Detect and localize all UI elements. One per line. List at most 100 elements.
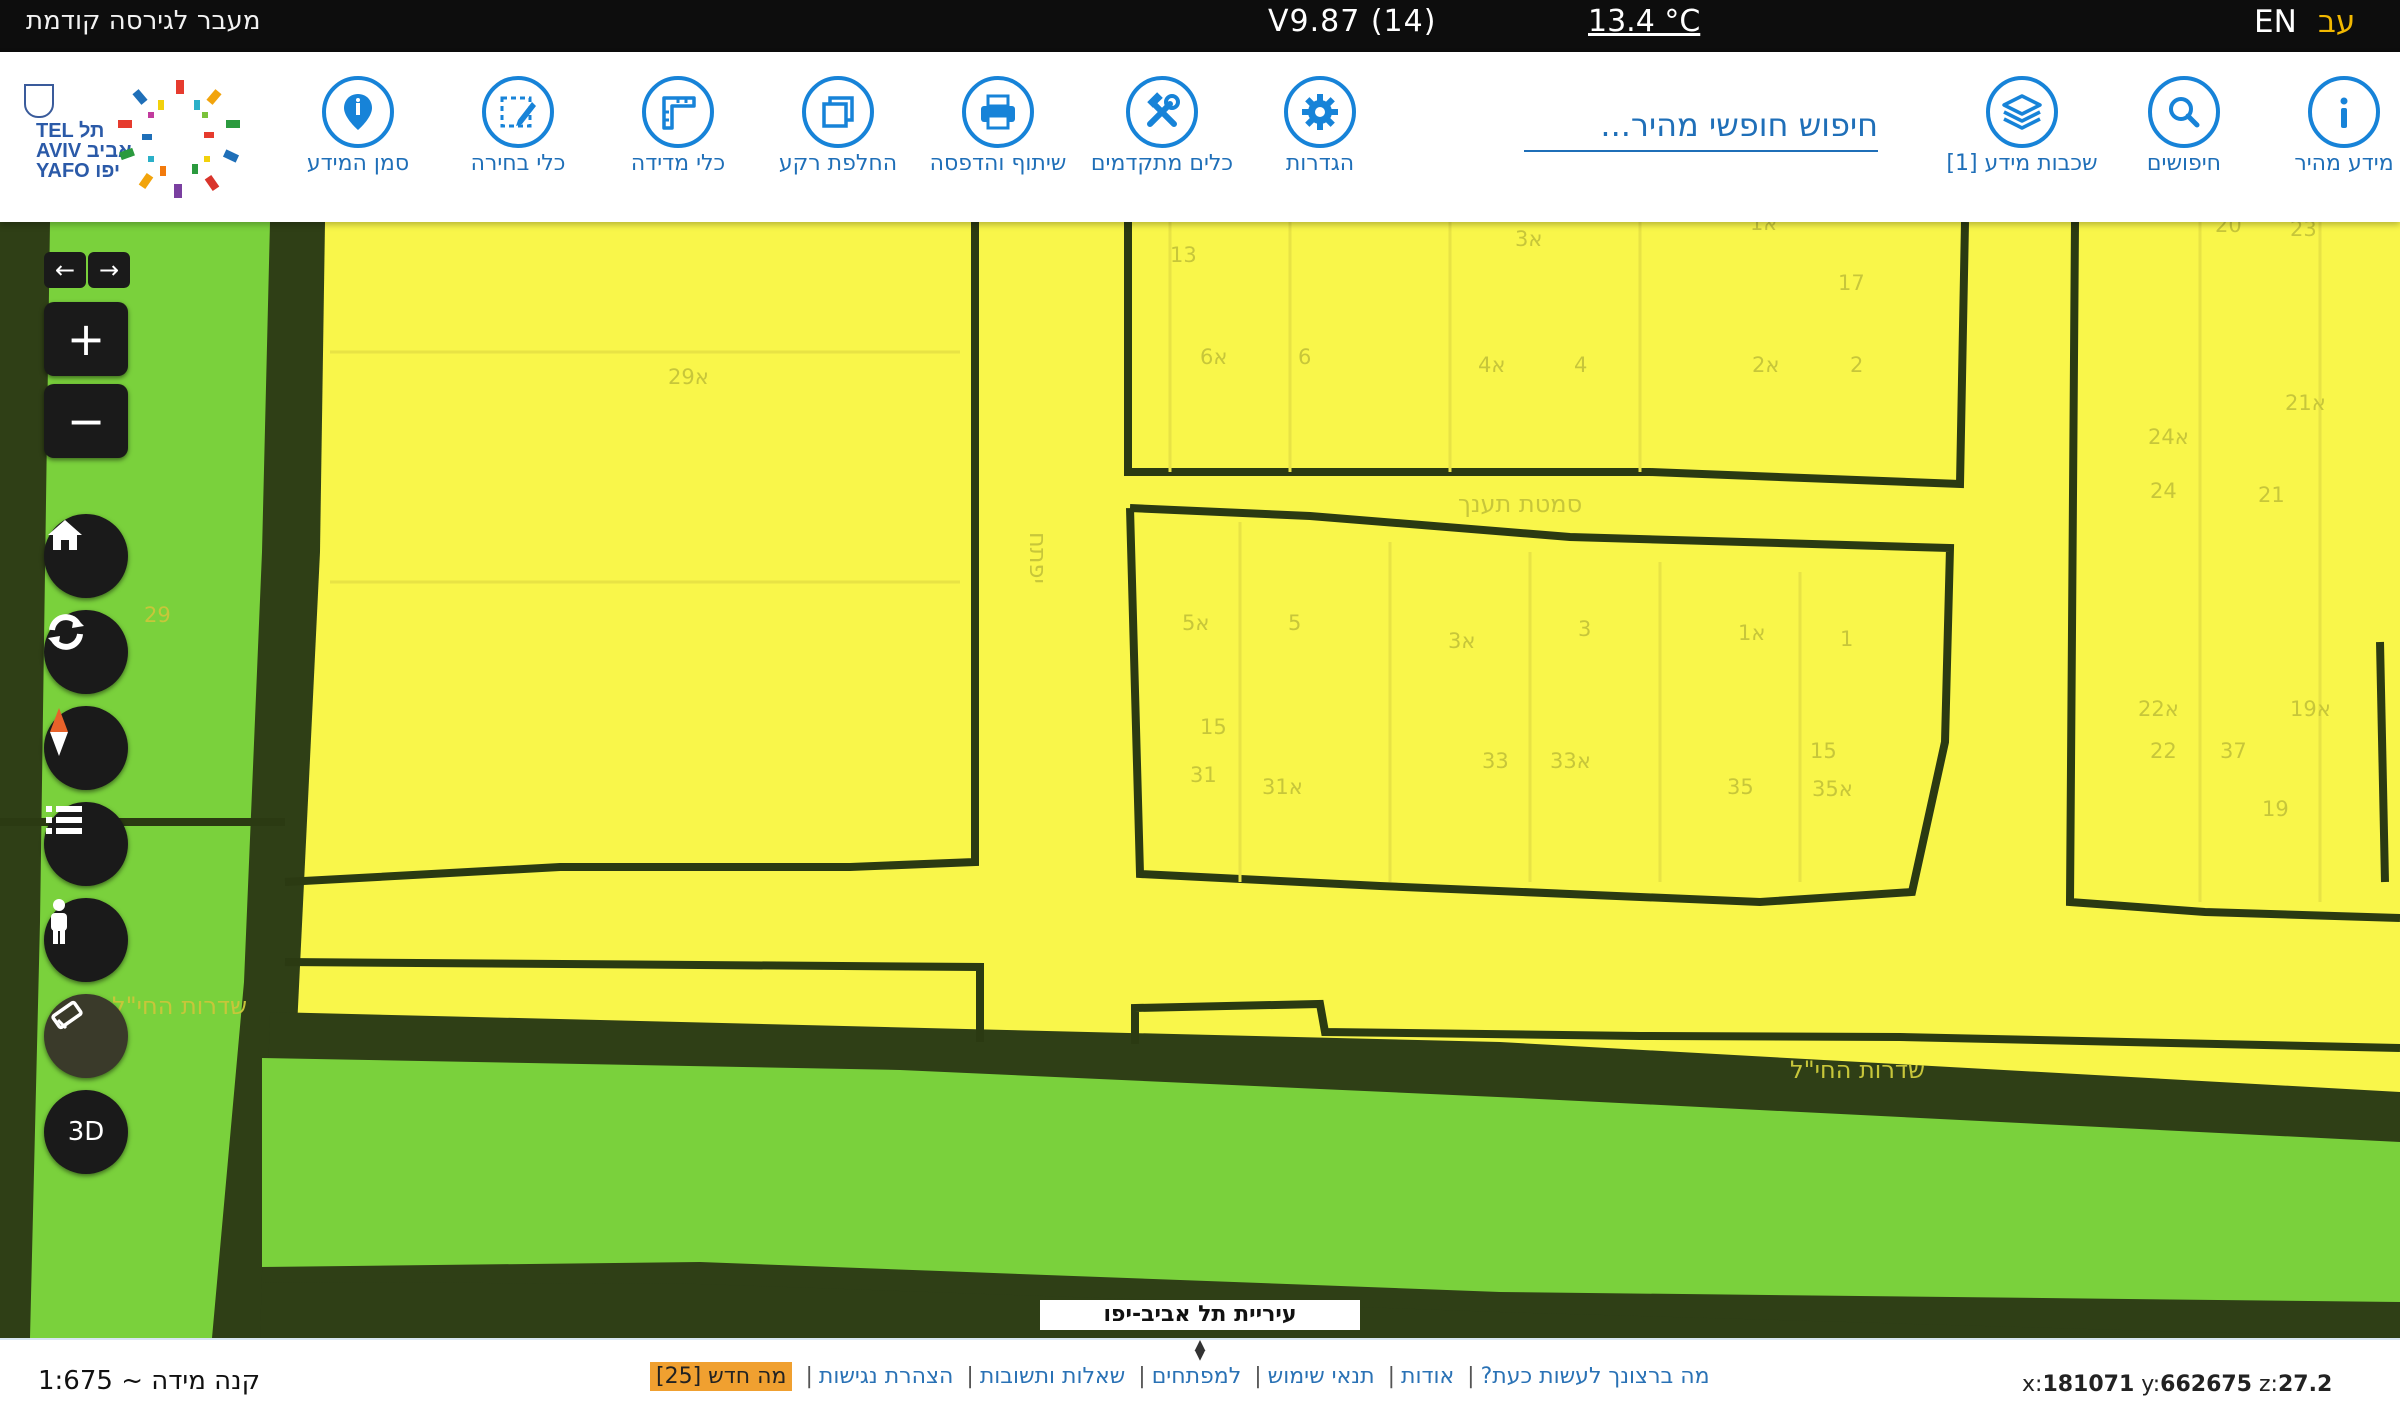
advanced-tools-button[interactable]: כלים מתקדמים (1082, 76, 1242, 177)
city-label: עיריית תל אביב-יפו (1040, 1300, 1360, 1330)
compass-icon (50, 708, 68, 756)
svg-text:א3: א3 (1448, 629, 1475, 653)
footer-link-terms[interactable]: תנאי שימוש (1268, 1364, 1375, 1389)
home-button[interactable] (44, 514, 128, 598)
footer-link-accessibility[interactable]: הצהרת נגישות (819, 1364, 954, 1389)
svg-text:א3: א3 (1515, 227, 1542, 251)
panel-toggle-icon[interactable]: ▲ ▼ (1190, 1338, 1210, 1362)
search-icon (2148, 76, 2220, 148)
eraser-button[interactable] (44, 994, 128, 1078)
temperature-link[interactable]: 13.4 °C (1588, 4, 1700, 39)
info-icon (2308, 76, 2380, 148)
svg-text:1: 1 (1840, 627, 1853, 651)
scale-label: קנה מידה ~ 1:675 (38, 1366, 261, 1396)
selection-tools-button[interactable]: כלי בחירה (438, 76, 598, 177)
svg-text:א1: א1 (1750, 222, 1777, 235)
refresh-button[interactable] (44, 610, 128, 694)
person-icon (51, 899, 67, 944)
separator: | (1254, 1364, 1262, 1389)
previous-version-link[interactable]: מעבר לגירסה קודמת (26, 6, 260, 36)
searches-label: חיפושים (2146, 151, 2222, 176)
svg-text:17: 17 (1838, 271, 1865, 295)
svg-text:א33: א33 (1550, 749, 1591, 773)
measure-tools-label: כלי מדידה (630, 151, 726, 176)
info-marker-button[interactable]: סמן המידע (278, 76, 438, 177)
svg-text:24: 24 (2150, 479, 2177, 503)
svg-text:35: 35 (1727, 775, 1754, 799)
svg-text:שדרות החי"ל: שדרות החי"ל (1790, 1056, 1925, 1084)
app-root: מעבר לגירסה קודמת V9.87 (14) 13.4 °C EN … (0, 0, 2400, 1404)
coordinates-readout: x:181071 y:662675 z:27.2 (2022, 1372, 2332, 1397)
gear-icon (1284, 76, 1356, 148)
logo-burst-icon (118, 80, 240, 198)
crest-icon (24, 84, 54, 118)
footer-link-what-to-do[interactable]: מה ברצונך לעשות כעת? (1481, 1364, 1710, 1389)
svg-text:37: 37 (2220, 739, 2247, 763)
separator: | (1138, 1364, 1146, 1389)
svg-text:א24: א24 (2148, 425, 2189, 449)
svg-text:סמטת תענך: סמטת תענך (1458, 490, 1582, 518)
select-icon (482, 76, 554, 148)
language-he-button[interactable]: עב (2318, 4, 2355, 40)
compass-button[interactable] (44, 706, 128, 790)
share-print-label: שיתוף והדפסה (929, 151, 1067, 176)
share-print-button[interactable]: שיתוף והדפסה (918, 76, 1078, 177)
list-icon (46, 806, 82, 834)
quick-info-label: מידע מהיר (2294, 151, 2394, 176)
home-icon (48, 520, 82, 550)
language-en-button[interactable]: EN (2254, 4, 2297, 40)
svg-text:א35: א35 (1812, 777, 1853, 801)
whats-new-button[interactable]: מה חדש [25] (650, 1362, 793, 1391)
svg-text:א19: א19 (2290, 697, 2331, 721)
layers-icon (1986, 76, 2058, 148)
street-view-button[interactable] (44, 898, 128, 982)
print-icon (962, 76, 1034, 148)
settings-label: הגדרות (1285, 151, 1355, 176)
coord-x: 181071 (2042, 1372, 2135, 1397)
layers-button[interactable]: שכבות מידע [1] (1942, 76, 2102, 177)
svg-text:6: 6 (1298, 345, 1311, 369)
logo-text-line3: YAFO יפו (36, 160, 120, 182)
footer-link-about[interactable]: אודות (1401, 1364, 1454, 1389)
footer-link-developers[interactable]: למפתחים (1152, 1364, 1242, 1389)
svg-text:23: 23 (2290, 222, 2317, 241)
marker-icon (322, 76, 394, 148)
svg-text:3: 3 (1578, 617, 1591, 641)
back-arrow-button[interactable]: ← (44, 252, 86, 288)
map-drawing: 13א3א1 1720 23 א6 6 א4 4 א2 2 א29א21 א2424 21… (0, 222, 2400, 1338)
svg-text:א22: א22 (2138, 697, 2179, 721)
svg-text:א31: א31 (1262, 775, 1303, 799)
tools-icon (1126, 76, 1198, 148)
quick-search[interactable] (1524, 100, 1878, 152)
separator: | (1467, 1364, 1475, 1389)
city-logo[interactable]: TEL תל AVIV אביב YAFO יפו (20, 76, 250, 202)
quick-search-input[interactable] (1524, 100, 1878, 150)
separator: | (966, 1364, 974, 1389)
searches-button[interactable]: חיפושים (2104, 76, 2264, 177)
info-marker-label: סמן המידע (306, 151, 410, 176)
zoom-in-button[interactable]: + (44, 302, 128, 376)
svg-text:יפתח: יפתח (1024, 532, 1052, 584)
coord-z: 27.2 (2277, 1372, 2333, 1397)
separator: | (805, 1364, 813, 1389)
change-basemap-button[interactable]: החלפת רקע (758, 76, 918, 177)
svg-text:15: 15 (1810, 739, 1837, 763)
eraser-icon (51, 1000, 83, 1030)
measure-tools-button[interactable]: כלי מדידה (598, 76, 758, 177)
map-canvas[interactable]: 13 א3 א1 17 20 23 א6 6 א4 4 א2 2 א29 א21 א24 24 21… (0, 222, 2400, 1338)
coord-y: 662675 (2160, 1372, 2252, 1397)
footer-link-faq[interactable]: שאלות ותשובות (980, 1364, 1125, 1389)
svg-text:33: 33 (1482, 749, 1509, 773)
settings-button[interactable]: הגדרות (1240, 76, 1400, 177)
svg-text:20: 20 (2215, 222, 2242, 237)
ruler-icon (642, 76, 714, 148)
legend-button[interactable] (44, 802, 128, 886)
svg-text:א5: א5 (1182, 611, 1209, 635)
svg-text:5: 5 (1288, 611, 1301, 635)
svg-text:2: 2 (1850, 353, 1863, 377)
zoom-out-button[interactable]: − (44, 384, 128, 458)
forward-arrow-button[interactable]: → (88, 252, 130, 288)
quick-info-button[interactable]: מידע מהיר (2264, 76, 2400, 177)
version-label: V9.87 (14) (1268, 4, 1437, 39)
three-d-button[interactable]: 3D (44, 1090, 128, 1174)
